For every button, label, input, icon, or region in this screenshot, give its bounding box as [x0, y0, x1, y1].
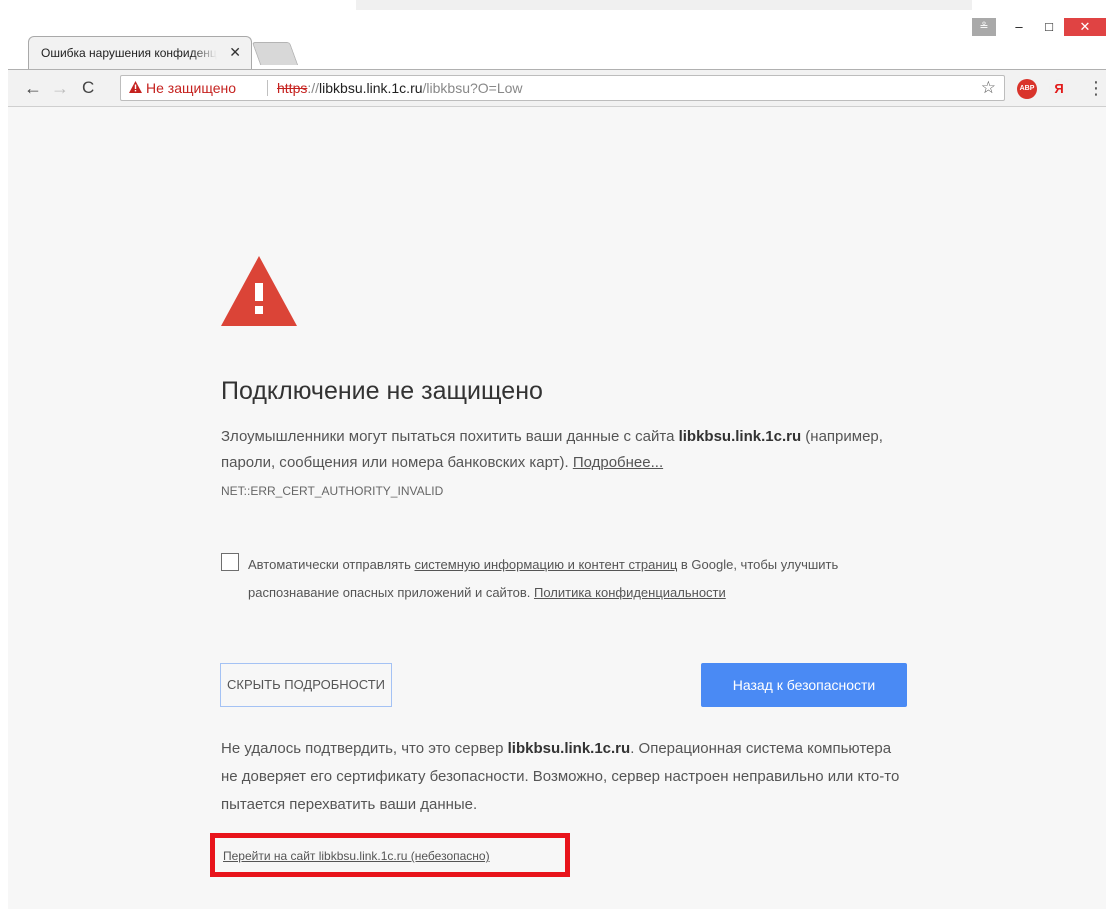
details-text: Не удалось подтвердить, что это сервер l…	[221, 735, 911, 819]
checkbox-text: Автоматически отправлять	[248, 557, 415, 572]
url-path: /libkbsu?O=Low	[422, 80, 523, 96]
proceed-unsafe-link[interactable]: Перейти на сайт libkbsu.link.1c.ru (небе…	[223, 849, 490, 863]
warning-triangle-icon	[129, 80, 142, 96]
adblock-plus-icon[interactable]: ABP	[1017, 79, 1037, 99]
highlight-box: Перейти на сайт libkbsu.link.1c.ru (небе…	[210, 833, 570, 877]
menu-icon[interactable]: ⋮	[1087, 78, 1105, 98]
reload-icon[interactable]: C	[82, 77, 94, 99]
site-host: libkbsu.link.1c.ru	[678, 428, 802, 445]
url-divider	[267, 80, 268, 96]
security-indicator[interactable]: Не защищено	[129, 80, 236, 96]
title-strip	[356, 0, 972, 10]
back-to-safety-button[interactable]: Назад к безопасности	[701, 663, 907, 707]
privacy-policy-link[interactable]: Политика конфиденциальности	[534, 585, 726, 600]
system-info-link[interactable]: системную информацию и контент страниц	[414, 557, 677, 572]
learn-more-link[interactable]: Подробнее...	[573, 454, 663, 471]
url-text[interactable]: https://libkbsu.link.1c.ru/libkbsu?O=Low	[277, 80, 523, 96]
tab-active[interactable]: Ошибка нарушения конфиденциальности ✕	[28, 36, 252, 70]
back-arrow-icon[interactable]: ←	[24, 77, 42, 99]
report-checkbox[interactable]	[221, 553, 239, 571]
hide-details-button[interactable]: СКРЫТЬ ПОДРОБНОСТИ	[220, 663, 392, 707]
tab-title: Ошибка нарушения конфиденциальности	[41, 46, 217, 60]
warning-description: Злоумышленники могут пытаться похитить в…	[221, 424, 911, 476]
minimize-button[interactable]: –	[1006, 18, 1032, 36]
error-code: NET::ERR_CERT_AUTHORITY_INVALID	[221, 484, 444, 498]
profile-icon[interactable]: ≗	[972, 18, 996, 36]
details-text-start: Не удалось подтвердить, что это сервер	[221, 740, 508, 757]
security-label: Не защищено	[146, 80, 236, 96]
close-icon[interactable]: ✕	[229, 43, 241, 61]
address-bar[interactable]: Не защищено https://libkbsu.link.1c.ru/l…	[120, 75, 1005, 101]
forward-arrow-icon[interactable]: →	[51, 77, 69, 99]
page-title: Подключение не защищено	[221, 377, 543, 405]
maximize-button[interactable]: □	[1036, 18, 1062, 36]
interstitial-page: Подключение не защищено Злоумышленники м…	[8, 107, 1106, 909]
browser-toolbar: ← → C Не защищено https://libkbsu.link.1…	[8, 69, 1106, 107]
warning-triangle-icon	[221, 256, 297, 326]
yandex-icon[interactable]: Я	[1049, 79, 1069, 99]
url-separator: ://	[307, 80, 320, 96]
description-text: Злоумышленники могут пытаться похитить в…	[221, 428, 679, 445]
url-host: libkbsu.link.1c.ru	[319, 80, 423, 96]
new-tab-button[interactable]	[251, 42, 299, 65]
browser-window: Ошибка нарушения конфиденциальности ✕ ≗ …	[0, 0, 1106, 909]
checkbox-label: Автоматически отправлять системную инфор…	[248, 551, 898, 607]
window-close-button[interactable]: ✕	[1064, 18, 1106, 36]
url-scheme: https	[277, 80, 308, 96]
bookmark-star-icon[interactable]: ☆	[981, 78, 996, 98]
details-host: libkbsu.link.1c.ru	[507, 740, 631, 757]
